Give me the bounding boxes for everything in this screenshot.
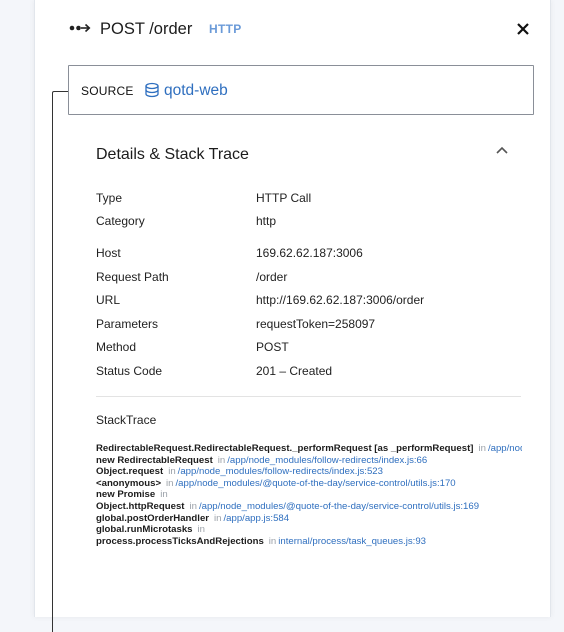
frame-function: global.postOrderHandler [96, 512, 210, 524]
stack-frame: Object.httpRequest in/app/node_modules/@q… [96, 501, 522, 513]
frame-function: Object.httpRequest [96, 500, 185, 512]
section-title: Details & Stack Trace [96, 146, 249, 163]
detail-value-status-code: 201 – Created [256, 364, 333, 378]
frame-in-label: in [189, 500, 197, 512]
source-box: SOURCE qotd-web [68, 65, 534, 115]
frame-in-label: in [478, 443, 486, 454]
frame-in-label: in [166, 477, 174, 489]
chevron-up-icon[interactable] [493, 143, 511, 159]
detail-key-request-path: Request Path [96, 270, 169, 284]
detail-value-category: http [256, 214, 277, 228]
close-icon [517, 23, 529, 35]
stacktrace-frames: RedirectableRequest.RedirectableRequest.… [96, 443, 522, 553]
stack-frame: Object.request in/app/node_modules/follow… [96, 466, 522, 478]
frame-function: new RedirectableRequest [96, 454, 213, 466]
protocol-badge: HTTP [209, 22, 242, 36]
detail-panel: POST /order HTTP SOURCE qotd-web Details… [34, 0, 551, 632]
detail-value-host: 169.62.62.187:3006 [256, 246, 363, 260]
frame-in-label: in [197, 524, 205, 536]
database-icon [145, 82, 159, 98]
stack-frame: global.runMicrotasks in [96, 524, 522, 536]
detail-key-parameters: Parameters [96, 317, 159, 331]
section-divider [96, 396, 521, 397]
detail-key-method: Method [96, 340, 137, 354]
detail-key-type: Type [96, 191, 123, 205]
detail-key-url: URL [96, 293, 121, 307]
frame-function: global.runMicrotasks [96, 524, 193, 536]
frame-in-label: in [160, 489, 168, 501]
frame-function: <anonymous> [96, 477, 162, 489]
frame-in-label: in [217, 454, 226, 466]
stack-frame: new RedirectableRequest in/app/node_modul… [96, 455, 522, 467]
detail-value-parameters: requestToken=258097 [256, 317, 376, 331]
frame-function: Object.request [96, 466, 164, 478]
frame-function: new Promise [96, 489, 156, 501]
stack-frame: global.postOrderHandler in/app/app.js:584 [96, 513, 522, 525]
source-service-link[interactable]: qotd-web [164, 82, 228, 100]
detail-value-url: http://169.62.62.187:3006/order [256, 293, 425, 307]
frame-location-link[interactable]: /app/app.js:584 [223, 513, 289, 524]
detail-value-method: POST [256, 340, 289, 354]
page-title: POST /order [100, 20, 193, 38]
source-label: SOURCE [81, 84, 134, 98]
frame-location-link[interactable]: /app/node_modules/follow-redirects/index… [488, 443, 522, 454]
stack-frame: <anonymous> in/app/node_modules/@quote-of… [96, 478, 522, 490]
frame-in-label: in [268, 535, 277, 547]
frame-location-link[interactable]: /app/node_modules/follow-redirects/index… [227, 455, 427, 466]
frame-in-label: in [168, 466, 176, 478]
detail-key-category: Category [96, 214, 145, 228]
trace-connector-line [52, 91, 69, 632]
frame-location-link[interactable]: /app/node_modules/@quote-of-the-day/serv… [176, 478, 456, 489]
detail-value-type: HTTP Call [256, 191, 312, 205]
frame-function: process.processTicksAndRejections [96, 535, 264, 547]
frame-location-link[interactable]: internal/process/task_queues.js:93 [278, 536, 426, 547]
detail-value-request-path: /order [256, 270, 288, 284]
stack-frame: process.processTicksAndRejections in inter… [96, 536, 522, 548]
stack-frame: new Promise in [96, 489, 522, 501]
stack-frame: RedirectableRequest.RedirectableRequest.… [96, 443, 522, 455]
stacktrace-label: StackTrace [96, 413, 157, 427]
frame-location-link[interactable]: /app/node_modules/@quote-of-the-day/serv… [199, 501, 479, 512]
detail-key-host: Host [96, 246, 121, 260]
span-arrow-icon [69, 23, 91, 33]
close-button[interactable] [513, 18, 533, 40]
frame-location-link[interactable]: /app/node_modules/follow-redirects/index… [178, 466, 383, 477]
frame-function: RedirectableRequest.RedirectableRequest.… [96, 443, 474, 454]
frame-in-label: in [214, 512, 222, 524]
detail-key-status-code: Status Code [96, 364, 163, 378]
